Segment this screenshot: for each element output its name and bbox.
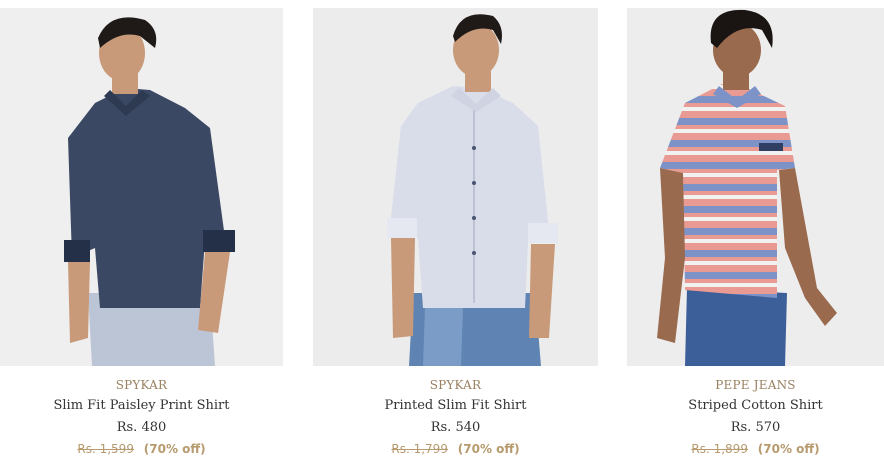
product-price: Rs. 570 [730,420,781,435]
product-brand[interactable]: SPYKAR [313,377,598,393]
product-image[interactable] [313,8,598,366]
product-title[interactable]: Printed Slim Fit Shirt [313,396,598,415]
product-card[interactable]: SPYKAR Printed Slim Fit Shirt Rs. 540 Rs… [313,8,598,468]
product-brand[interactable]: SPYKAR [0,377,283,393]
price-row: Rs. 1,599 (70% off) [0,440,283,458]
product-info: PEPE JEANS Striped Cotton Shirt Rs. 570 … [627,377,884,458]
product-image[interactable] [627,8,884,366]
product-info: SPYKAR Slim Fit Paisley Print Shirt Rs. … [0,377,283,458]
product-title[interactable]: Striped Cotton Shirt [627,396,884,415]
product-card[interactable]: PEPE JEANS Striped Cotton Shirt Rs. 570 … [627,8,884,468]
original-price: Rs. 1,799 [391,442,448,456]
product-info: SPYKAR Printed Slim Fit Shirt Rs. 540 Rs… [313,377,598,458]
price-row: Rs. 1,799 (70% off) [313,440,598,458]
product-card[interactable]: SPYKAR Slim Fit Paisley Print Shirt Rs. … [0,8,283,468]
product-price: Rs. 540 [430,420,481,435]
original-price: Rs. 1,899 [691,442,748,456]
discount-label: (70% off) [457,442,520,456]
discount-label: (70% off) [143,442,206,456]
product-brand[interactable]: PEPE JEANS [627,377,884,393]
product-image[interactable] [0,8,283,366]
product-price: Rs. 480 [116,420,167,435]
discount-label: (70% off) [757,442,820,456]
product-title[interactable]: Slim Fit Paisley Print Shirt [0,396,283,415]
original-price: Rs. 1,599 [77,442,134,456]
price-row: Rs. 1,899 (70% off) [627,440,884,458]
